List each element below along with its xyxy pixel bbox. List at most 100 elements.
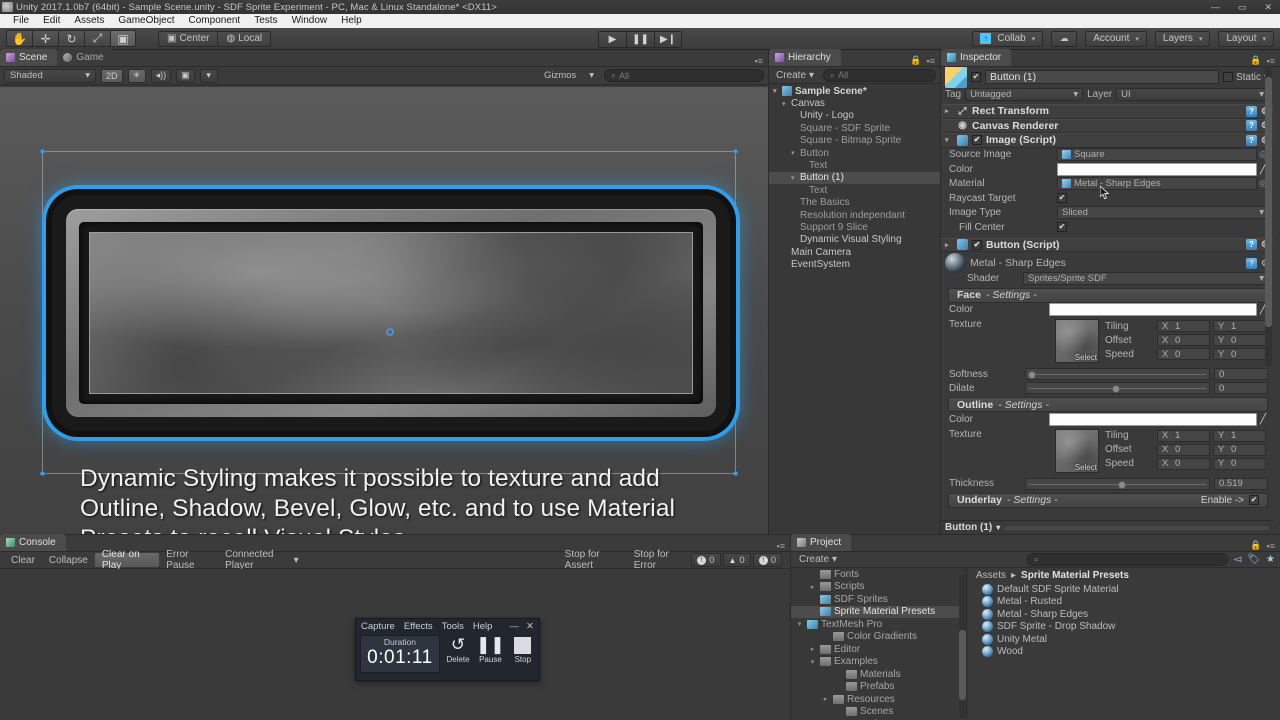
maximize-button[interactable]: ▭ xyxy=(1238,2,1247,13)
component-header-canvas-renderer[interactable]: ◉ Canvas Renderer ? ⚙ xyxy=(941,119,1273,134)
fill-center-checkbox[interactable]: ✔ xyxy=(1057,222,1067,232)
asset-item[interactable]: Wood xyxy=(968,646,1280,659)
hierarchy-item[interactable]: Square - Bitmap Sprite xyxy=(769,135,941,147)
section-header-face[interactable]: Face - Settings - xyxy=(948,288,1268,303)
capture-pause-button[interactable]: ❚❚ Pause xyxy=(476,635,505,664)
hierarchy-item[interactable]: Support 9 Slice xyxy=(769,221,941,233)
project-folder-item[interactable]: ▾TextMesh Pro xyxy=(791,618,966,631)
effects-dropdown-arrow[interactable]: ▾ xyxy=(200,69,218,83)
raycast-target-checkbox[interactable]: ✔ xyxy=(1057,193,1067,203)
capture-menu-help[interactable]: Help xyxy=(473,621,493,632)
component-header-rect-transform[interactable]: ▸ ⤢ Rect Transform ? ⚙ xyxy=(941,104,1273,119)
tab-game[interactable]: Game xyxy=(57,49,113,66)
shader-dropdown[interactable]: Sprites/Sprite SDF ▾ xyxy=(1023,272,1269,285)
disclosure-triangle-icon[interactable]: ▸ xyxy=(808,645,817,653)
resize-handle-tl[interactable] xyxy=(40,149,45,154)
face-color-swatch[interactable] xyxy=(1049,303,1257,316)
thickness-slider-knob[interactable] xyxy=(1118,481,1126,489)
hierarchy-item[interactable]: Text xyxy=(769,184,941,196)
disclosure-triangle-icon[interactable]: ▸ xyxy=(808,583,817,591)
outline-texture-select-label[interactable]: Select xyxy=(1075,463,1097,472)
asset-item[interactable]: Metal - Rusted xyxy=(968,596,1280,609)
menu-item-gameobject[interactable]: GameObject xyxy=(111,14,181,28)
tab-console[interactable]: Console xyxy=(0,534,66,551)
menu-item-window[interactable]: Window xyxy=(285,14,335,28)
audio-icon[interactable]: ◂)) xyxy=(151,69,172,83)
project-folder-item[interactable]: ▸Resources xyxy=(791,693,966,706)
lock-icon[interactable]: 🔒 xyxy=(1250,540,1261,551)
pivot-handle[interactable] xyxy=(386,328,394,336)
gameobject-active-checkbox[interactable]: ✔ xyxy=(971,72,981,82)
hierarchy-item[interactable]: Text xyxy=(769,159,941,171)
outline-color-swatch[interactable] xyxy=(1049,413,1257,426)
hierarchy-item[interactable]: Main Camera xyxy=(769,246,941,258)
outline-offset-x-input[interactable]: X 0 xyxy=(1157,444,1210,456)
capture-stop-button[interactable]: Stop xyxy=(511,635,535,664)
project-folder-item[interactable]: Color Gradients xyxy=(791,631,966,644)
asset-item[interactable]: Unity Metal xyxy=(968,633,1280,646)
hierarchy-item[interactable]: The Basics xyxy=(769,197,941,209)
hierarchy-item[interactable]: ▾Button (1) xyxy=(769,172,941,184)
tag-dropdown[interactable]: Untagged ▾ xyxy=(965,88,1083,101)
panel-menu-icon[interactable]: ▪≡ xyxy=(1267,56,1275,66)
toggle-2d[interactable]: 2D xyxy=(101,69,123,83)
move-tool-icon[interactable]: ✛ xyxy=(32,30,58,47)
hierarchy-item[interactable]: ▾Button xyxy=(769,147,941,159)
console-clear-button[interactable]: Clear xyxy=(4,553,42,567)
handle-space-button[interactable]: ◍ Local xyxy=(217,31,271,47)
close-button[interactable]: ✕ xyxy=(1264,2,1272,13)
disclosure-triangle-icon[interactable]: ▸ xyxy=(821,695,830,703)
console-collapse-button[interactable]: Collapse xyxy=(42,553,95,567)
button-enabled-checkbox[interactable]: ✔ xyxy=(972,240,982,250)
help-icon[interactable]: ? xyxy=(1246,135,1257,146)
project-tree-scrollbar[interactable] xyxy=(959,575,966,718)
face-texture-thumbnail[interactable]: Select xyxy=(1055,319,1099,363)
help-icon[interactable]: ? xyxy=(1246,258,1257,269)
resize-handle-tr[interactable] xyxy=(733,149,738,154)
pause-button[interactable]: ❚❚ xyxy=(626,31,654,48)
layers-dropdown[interactable]: Layers ▾ xyxy=(1155,31,1211,47)
filter-by-label-icon[interactable]: 🏷 xyxy=(1247,554,1260,565)
eyedropper-icon[interactable]: ╱ xyxy=(1257,414,1269,425)
stop-for-error-button[interactable]: Stop for Error xyxy=(627,553,691,567)
project-create-button[interactable]: Create ▾ xyxy=(796,554,840,565)
favorite-icon[interactable]: ★ xyxy=(1266,554,1275,565)
outline-texture-thumbnail[interactable]: Select xyxy=(1055,429,1099,473)
project-folder-item[interactable]: ▾Examples xyxy=(791,656,966,669)
dilate-slider-knob[interactable] xyxy=(1112,385,1120,393)
chevron-down-icon[interactable]: ▾ xyxy=(945,136,953,144)
project-folder-item[interactable]: SDF Sprites xyxy=(791,593,966,606)
outline-tiling-y-input[interactable]: Y 1 xyxy=(1213,430,1266,442)
chevron-right-icon[interactable]: ▸ xyxy=(945,241,953,249)
panel-menu-icon[interactable]: ▪≡ xyxy=(927,56,935,66)
effects-icon[interactable]: ▣ xyxy=(176,69,195,83)
play-button[interactable]: ▶ xyxy=(598,31,626,48)
console-warning-count[interactable]: ▲ 0 xyxy=(723,553,751,567)
chevron-down-icon[interactable]: ▾ xyxy=(791,149,800,157)
asset-rows[interactable]: Default SDF Sprite MaterialMetal - Ruste… xyxy=(968,583,1280,658)
cloud-services-button[interactable]: ☁ xyxy=(1051,31,1077,47)
face-offset-x-input[interactable]: X 0 xyxy=(1157,334,1210,346)
hierarchy-search-input[interactable]: ⌕ All xyxy=(823,69,936,82)
thickness-value[interactable]: 0.519 xyxy=(1214,478,1268,490)
outline-tiling-x-input[interactable]: X 1 xyxy=(1157,430,1210,442)
capture-delete-button[interactable]: ↺ Delete xyxy=(446,635,470,664)
chevron-down-icon[interactable]: ▾ xyxy=(773,87,782,95)
scene-canvas[interactable]: Dynamic Styling makes it possible to tex… xyxy=(0,87,768,584)
lock-icon[interactable]: 🔒 xyxy=(910,55,921,66)
menu-item-tests[interactable]: Tests xyxy=(247,14,284,28)
scene-search-input[interactable]: ⌕ All xyxy=(604,69,764,82)
hierarchy-item[interactable]: ▾Canvas xyxy=(769,97,941,109)
face-texture-select-label[interactable]: Select xyxy=(1075,353,1097,362)
asset-item[interactable]: Default SDF Sprite Material xyxy=(968,583,1280,596)
project-folder-item[interactable]: Prefabs xyxy=(791,681,966,694)
rect-tool-icon[interactable]: ▣ xyxy=(110,30,136,47)
menu-item-file[interactable]: File xyxy=(6,14,36,28)
collab-dropdown[interactable]: ↑ Collab ▾ xyxy=(972,31,1043,47)
chevron-right-icon[interactable]: ▸ xyxy=(945,107,953,115)
project-folder-item[interactable]: Materials xyxy=(791,668,966,681)
asset-item[interactable]: Metal - Sharp Edges xyxy=(968,608,1280,621)
console-connected-player-dropdown[interactable]: Connected Player ▾ xyxy=(218,553,306,567)
hierarchy-tree[interactable]: ▾Sample Scene*▾CanvasUnity - LogoSquare … xyxy=(769,85,941,534)
dilate-value[interactable]: 0 xyxy=(1214,382,1268,394)
